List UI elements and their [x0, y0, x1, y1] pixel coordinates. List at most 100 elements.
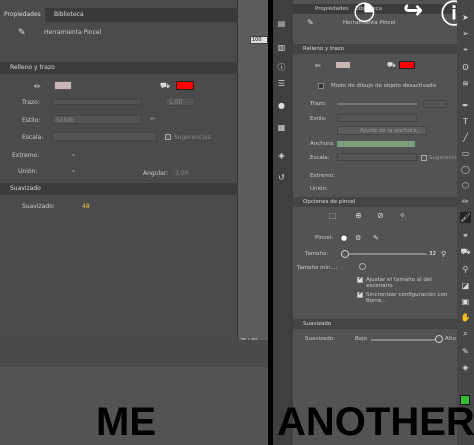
section-smoothing[interactable]: Suavizado	[293, 319, 457, 329]
brush-mode-3-icon[interactable]: ⊘	[377, 211, 384, 220]
stroke-color-icon[interactable]: ✎	[460, 346, 471, 357]
size-lock-icon[interactable]: ⚲	[441, 250, 446, 258]
sync-settings-checkbox[interactable]: ✓	[357, 290, 363, 298]
angular-label: Angular:	[143, 170, 169, 177]
style-label: Estilo:	[22, 117, 41, 124]
section-smoothing[interactable]: Suavizado	[0, 183, 238, 195]
min-size-handle[interactable]	[359, 263, 366, 270]
history-icon[interactable]: ↺	[276, 172, 287, 183]
polystar-tool-icon[interactable]: ⬡	[460, 180, 471, 191]
brush-mode-4-icon[interactable]: ✧	[399, 211, 406, 220]
pencil-icon[interactable]: ✏	[34, 82, 41, 91]
brush-label: Pincel:	[315, 235, 333, 241]
paint-bucket-tool-icon[interactable]: ⛟	[460, 246, 471, 257]
stroke-label: Trazo:	[22, 99, 40, 106]
style-select[interactable]: Sólido	[52, 115, 142, 124]
stroke-color-swatch[interactable]	[54, 81, 72, 90]
rectangle-tool-icon[interactable]: ▭	[460, 148, 471, 159]
smoothing-slider-handle[interactable]	[435, 335, 443, 343]
brush-edit-icon[interactable]: ✎	[373, 234, 379, 242]
paint-bucket-icon[interactable]: ⛟	[387, 61, 396, 70]
stroke-slider[interactable]	[337, 103, 417, 105]
stroke-value-field[interactable]: 1,00	[165, 97, 195, 106]
scale-select[interactable]	[337, 153, 417, 161]
width-label: Anchura:	[310, 141, 335, 147]
free-transform-icon[interactable]: ⌖	[460, 44, 471, 55]
section-fill-stroke[interactable]: Relleno y trazo	[0, 62, 238, 74]
select-tool-icon[interactable]: ➤	[460, 12, 471, 23]
width-tool-icon[interactable]: ≋	[460, 78, 471, 89]
cap-select[interactable]: ▾	[72, 152, 75, 159]
zoom-tool-icon[interactable]: ⌕	[460, 328, 471, 339]
cap-label: Extremo:	[12, 152, 40, 159]
tab-properties[interactable]: Propiedades	[315, 6, 349, 12]
swatches-icon[interactable]: ▦	[276, 122, 287, 133]
stroke-slider[interactable]	[52, 99, 142, 105]
scale-select[interactable]	[52, 132, 157, 141]
angular-value[interactable]: 3,00	[175, 170, 188, 177]
properties-icon[interactable]: ▤	[276, 18, 287, 29]
brush-mode-2-icon[interactable]: ⊕	[355, 211, 362, 220]
section-fill-stroke[interactable]: Relleno y trazo	[293, 44, 457, 54]
fill-color-swatch[interactable]	[176, 81, 194, 90]
line-tool-icon[interactable]: ╱	[460, 132, 471, 143]
tab-properties[interactable]: Propiedades	[0, 8, 45, 22]
eraser-icon[interactable]: ◪	[460, 280, 471, 291]
fill-color-icon[interactable]: ◈	[460, 362, 471, 373]
width-adjust-button[interactable]: Ajuste de la anchura...	[337, 126, 427, 135]
section-brush-options[interactable]: Opciones de pincel	[293, 197, 457, 207]
clock-icon[interactable]: ◔	[353, 0, 376, 26]
size-value[interactable]: 32	[429, 251, 436, 257]
smoothing-slider[interactable]	[371, 339, 441, 341]
adjust-size-checkbox[interactable]: ✓	[357, 275, 363, 283]
brush-settings-icon[interactable]: ⚙	[355, 234, 361, 242]
brush-tool-icon: ✎	[18, 28, 26, 38]
zoom-field[interactable]: 100	[250, 36, 268, 44]
oval-tool-icon[interactable]: ◯	[460, 164, 471, 175]
width-profile[interactable]	[337, 141, 415, 147]
panel-tabs: Propiedades Biblioteca	[0, 8, 238, 22]
camera-icon[interactable]: ▣	[460, 296, 471, 307]
subselect-tool-icon[interactable]: ➢	[460, 28, 471, 39]
brush-shape-icon[interactable]: ●	[341, 234, 347, 242]
library-icon[interactable]: ▥	[276, 42, 287, 53]
brush-tool-active-icon[interactable]: 🖌	[460, 212, 471, 223]
edit-style-icon[interactable]: ✏	[150, 115, 156, 123]
bone-tool-icon[interactable]: ⚭	[460, 230, 471, 241]
stroke-color-swatch[interactable]	[335, 61, 351, 69]
size-slider[interactable]	[341, 253, 427, 255]
size-label: Tamaño:	[305, 251, 329, 257]
align-icon[interactable]: ☰	[276, 78, 287, 89]
pen-tool-icon[interactable]: ✒	[460, 100, 471, 111]
stroke-value-field[interactable]	[423, 100, 447, 108]
hints-label: Sugerencias	[174, 134, 211, 141]
pencil-tool-icon[interactable]: ✏	[460, 196, 471, 207]
tab-library[interactable]: Biblioteca	[50, 8, 88, 22]
another-screenshot: ▤ ▥ ⓘ ☰ ● ▦ ◈ ↺ Propiedades Biblioteca ✎…	[273, 0, 474, 445]
join-select[interactable]: ▾	[72, 168, 75, 175]
hints-checkbox[interactable]	[421, 155, 427, 161]
object-mode-icon[interactable]	[318, 83, 324, 89]
pencil-icon[interactable]: ✏	[315, 62, 321, 70]
size-slider-handle[interactable]	[341, 250, 349, 258]
text-tool-icon[interactable]: T	[460, 116, 471, 127]
stroke-label: Trazo:	[310, 101, 327, 107]
hints-checkbox[interactable]	[165, 134, 171, 140]
fill-color-swatch[interactable]	[399, 61, 415, 69]
cap-label: Extremo:	[310, 173, 335, 179]
me-caption: ME	[96, 400, 156, 444]
hand-tool-icon[interactable]: ✋	[460, 312, 471, 323]
tools-column: ➤ ➢ ⌖ ʘ ≋ ✒ T ╱ ▭ ◯ ⬡ ✏ 🖌 ⚭ ⛟ ⚲ ◪ ▣ ✋ ⌕ …	[457, 0, 474, 445]
paint-bucket-icon[interactable]: ⛟	[160, 81, 170, 91]
share-arrow-icon[interactable]: ↪	[403, 0, 423, 24]
components-icon[interactable]: ◈	[276, 150, 287, 161]
stage-area: 100 25 | 30	[238, 0, 268, 344]
brush-mode-1-icon[interactable]: ⬚	[329, 211, 337, 220]
smoothing-value[interactable]: 48	[82, 203, 90, 210]
style-select[interactable]	[337, 114, 417, 122]
lasso-icon[interactable]: ʘ	[460, 62, 471, 73]
color-icon[interactable]: ●	[276, 100, 287, 111]
smoothing-label: Suavizado:	[305, 336, 336, 342]
info-icon[interactable]: ⓘ	[276, 62, 287, 73]
eyedropper-icon[interactable]: ⚲	[460, 264, 471, 275]
